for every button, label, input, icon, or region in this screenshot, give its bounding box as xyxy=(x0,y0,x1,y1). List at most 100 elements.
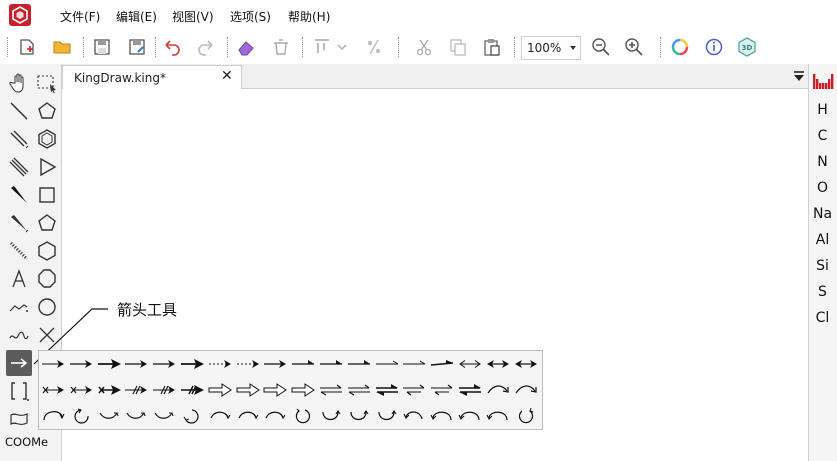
curve-circle-icon[interactable] xyxy=(290,405,316,427)
curve-down-icon[interactable] xyxy=(151,405,177,427)
pentagon-outline-icon[interactable] xyxy=(34,210,60,236)
align-dropdown-icon[interactable] xyxy=(330,35,354,59)
curve-arrow-icon[interactable] xyxy=(485,379,511,401)
arrow-medium-icon[interactable] xyxy=(262,353,288,375)
arrow-strike-icon[interactable] xyxy=(151,379,177,401)
curve-cw-icon[interactable] xyxy=(179,405,205,427)
equilibrium-icon[interactable] xyxy=(346,379,372,401)
redo-icon[interactable] xyxy=(194,35,218,59)
arrow-medium-icon[interactable] xyxy=(68,353,94,375)
element-na[interactable]: Na xyxy=(808,206,837,222)
copy-icon[interactable] xyxy=(446,35,470,59)
arrow-hollow-icon[interactable] xyxy=(290,379,316,401)
arrow-thin-icon[interactable] xyxy=(40,353,66,375)
equilibrium-icon[interactable] xyxy=(318,379,344,401)
paste-icon[interactable] xyxy=(480,35,504,59)
equilibrium-bold-icon[interactable] xyxy=(457,379,483,401)
arrow-hollow-icon[interactable] xyxy=(207,379,233,401)
curve-arrow-icon[interactable] xyxy=(513,379,539,401)
undo-icon[interactable] xyxy=(160,35,184,59)
tab-document[interactable]: KingDraw.king* ✕ xyxy=(62,65,242,90)
arrow-double-end-icon[interactable] xyxy=(457,353,483,375)
element-al[interactable]: Al xyxy=(808,232,837,248)
zoom-out-icon[interactable] xyxy=(589,35,613,59)
new-file-icon[interactable] xyxy=(15,35,39,59)
dashed-bond-icon[interactable] xyxy=(6,238,32,264)
curve-arc-icon[interactable] xyxy=(40,405,66,427)
arrow-medium-icon[interactable] xyxy=(123,353,149,375)
curve-ccw-icon[interactable] xyxy=(68,405,94,427)
arrow-half-thin-icon[interactable] xyxy=(401,353,427,375)
arrow-dotted-icon[interactable] xyxy=(235,353,261,375)
triangle-icon[interactable] xyxy=(34,154,60,180)
element-n[interactable]: N xyxy=(808,154,837,170)
arrow-x-tail-icon[interactable] xyxy=(40,379,66,401)
arrow-hollow-icon[interactable] xyxy=(235,379,261,401)
text-icon[interactable] xyxy=(6,266,32,292)
arrow-double-head-icon[interactable] xyxy=(485,353,511,375)
arrow-x-tail-icon[interactable] xyxy=(68,379,94,401)
double-line-icon[interactable] xyxy=(6,126,32,152)
3d-view-icon[interactable]: 3D xyxy=(735,35,759,59)
arrow-x-tail-bold-icon[interactable] xyxy=(96,379,122,401)
fraction-icon[interactable] xyxy=(362,35,386,59)
triple-line-icon[interactable] xyxy=(6,154,32,180)
arrow-double-head-icon[interactable] xyxy=(513,353,539,375)
periodic-table-icon[interactable] xyxy=(812,72,834,90)
pentagon-icon[interactable] xyxy=(34,98,60,124)
wavy-icon[interactable] xyxy=(6,322,32,348)
hexagon-outline-icon[interactable] xyxy=(34,238,60,264)
info-icon[interactable] xyxy=(702,35,726,59)
cross-icon[interactable] xyxy=(34,322,60,348)
arrow-strike-icon[interactable] xyxy=(123,379,149,401)
formula-tool-label[interactable]: COOMe xyxy=(5,435,48,449)
save-as-icon[interactable] xyxy=(125,35,149,59)
circle-icon[interactable] xyxy=(34,294,60,320)
curve-circle-cw-icon[interactable] xyxy=(513,405,539,427)
curve-down-icon[interactable] xyxy=(96,405,122,427)
hash-bond-icon[interactable] xyxy=(6,210,32,236)
arrow-tool-button[interactable] xyxy=(6,350,32,376)
equilibrium-bold-icon[interactable] xyxy=(374,379,400,401)
square-icon[interactable] xyxy=(34,182,60,208)
curve-u-icon[interactable] xyxy=(374,405,400,427)
arrow-half-bold-icon[interactable] xyxy=(429,353,455,375)
arrow-half-up-icon[interactable] xyxy=(290,353,316,375)
eraser-icon[interactable] xyxy=(234,35,258,59)
arrow-half-thin-icon[interactable] xyxy=(374,353,400,375)
arrow-bold-icon[interactable] xyxy=(179,353,205,375)
arrow-half-up-icon[interactable] xyxy=(346,353,372,375)
curve-back-icon[interactable] xyxy=(457,405,483,427)
curve-down-icon[interactable] xyxy=(123,405,149,427)
curve-back-icon[interactable] xyxy=(485,405,511,427)
close-icon[interactable]: ✕ xyxy=(221,68,233,84)
curve-u-icon[interactable] xyxy=(346,405,372,427)
curve-hook-icon[interactable] xyxy=(235,405,261,427)
chain-icon[interactable] xyxy=(6,294,32,320)
flag-icon[interactable] xyxy=(6,406,32,432)
curve-u-icon[interactable] xyxy=(318,405,344,427)
menu-edit[interactable]: 编辑(E) xyxy=(116,8,157,25)
arrow-half-up-icon[interactable] xyxy=(318,353,344,375)
hand-icon[interactable] xyxy=(6,70,32,96)
element-c[interactable]: C xyxy=(808,128,837,144)
cut-icon[interactable] xyxy=(412,35,436,59)
arrow-bold-icon[interactable] xyxy=(96,353,122,375)
element-s[interactable]: S xyxy=(808,284,837,300)
curve-loop-icon[interactable] xyxy=(401,405,427,427)
zoom-select[interactable]: 100% xyxy=(521,36,581,60)
curve-back-icon[interactable] xyxy=(429,405,455,427)
curve-hook-icon[interactable] xyxy=(262,405,288,427)
equilibrium-short-icon[interactable] xyxy=(401,379,427,401)
menu-file[interactable]: 文件(F) xyxy=(60,8,100,25)
menu-view[interactable]: 视图(V) xyxy=(172,8,214,25)
element-si[interactable]: Si xyxy=(808,258,837,274)
line-icon[interactable] xyxy=(6,98,32,124)
wedge-bond-icon[interactable] xyxy=(6,182,32,208)
octagon-icon[interactable] xyxy=(34,266,60,292)
save-icon[interactable] xyxy=(90,35,114,59)
hexagon-icon[interactable] xyxy=(34,126,60,152)
arrow-dotted-icon[interactable] xyxy=(207,353,233,375)
tab-menu-icon[interactable] xyxy=(793,70,805,82)
open-folder-icon[interactable] xyxy=(50,35,74,59)
